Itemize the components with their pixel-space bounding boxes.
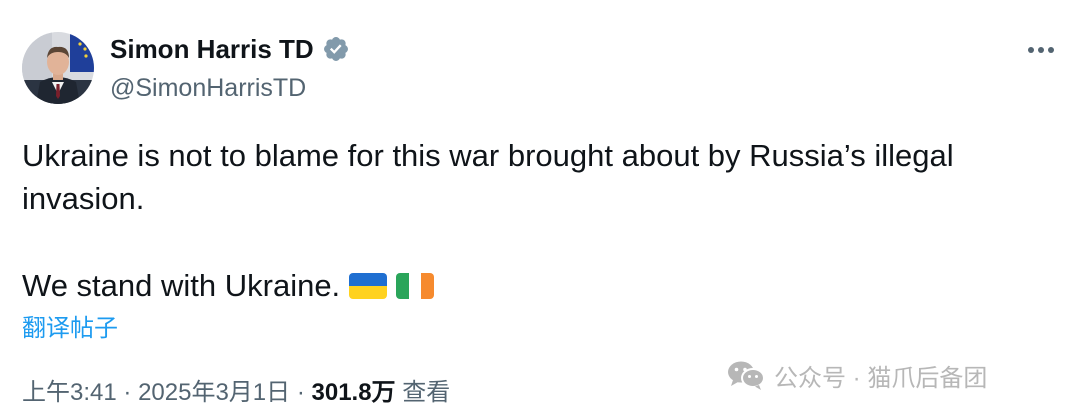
- avatar-image: [22, 32, 94, 104]
- tweet-meta: 上午3:41 · 2025年3月1日 · 301.8万 查看: [22, 377, 450, 409]
- post-date[interactable]: 2025年3月1日: [138, 379, 290, 406]
- views-label: 查看: [402, 379, 451, 406]
- author-name-text: Simon Harris TD: [110, 34, 314, 64]
- watermark-text: 公众号 · 猫爪后备团: [774, 364, 988, 392]
- post-time[interactable]: 上午3:41: [22, 379, 117, 406]
- tweet-text: Ukraine is not to blame for this war bro…: [22, 134, 1032, 307]
- tweet-paragraph-2-text: We stand with Ukraine.: [22, 268, 341, 303]
- verified-badge-icon: [322, 35, 350, 63]
- more-options-button[interactable]: [1024, 36, 1058, 64]
- translate-post-link[interactable]: 翻译帖子: [22, 313, 118, 345]
- tweet-paragraph-2: We stand with Ukraine.: [22, 264, 1032, 307]
- meta-separator: ·: [123, 379, 132, 406]
- avatar[interactable]: [22, 32, 94, 104]
- author-handle[interactable]: @SimonHarrisTD: [110, 72, 306, 104]
- wechat-icon: [726, 359, 766, 391]
- meta-separator: ·: [296, 379, 305, 406]
- more-dots-icon: [1028, 47, 1054, 53]
- watermark: 公众号 · 猫爪后备团: [726, 358, 987, 392]
- author-display-name[interactable]: Simon Harris TD: [110, 33, 350, 65]
- ireland-flag-icon: [396, 273, 435, 299]
- views-count: 301.8万: [311, 379, 396, 406]
- ukraine-flag-icon: [349, 273, 388, 299]
- tweet-paragraph-1: Ukraine is not to blame for this war bro…: [22, 138, 954, 216]
- tweet-card: Simon Harris TD @SimonHarrisTD Ukraine i…: [0, 0, 1080, 417]
